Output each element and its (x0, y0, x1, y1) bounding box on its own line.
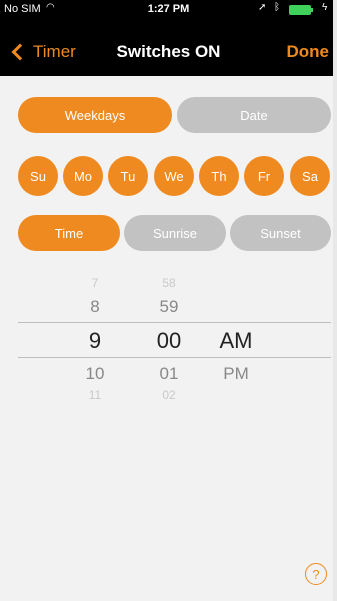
minute-option[interactable]: 59 (144, 297, 194, 317)
minute-option[interactable]: 58 (144, 276, 194, 290)
day-label: We (164, 168, 184, 184)
segment-date[interactable]: Date (177, 97, 331, 133)
day-label: Fr (257, 168, 271, 184)
day-tuesday[interactable]: Tu (108, 156, 148, 196)
time-picker[interactable]: 7 8 9 10 11 58 59 00 01 02 AM PM (0, 270, 333, 410)
hour-option[interactable]: 7 (70, 276, 120, 290)
day-label: Su (30, 168, 46, 184)
hour-selected[interactable]: 9 (70, 328, 120, 354)
day-label: Tu (120, 168, 136, 184)
segment-label: Sunset (260, 225, 301, 241)
status-bar: No SIM ◠ 1:27 PM ➚ ᛒ ϟ (0, 0, 333, 20)
help-button[interactable]: ? (305, 563, 327, 585)
segment-label: Weekdays (64, 107, 126, 123)
minute-option[interactable]: 02 (144, 388, 194, 402)
segment-label: Sunrise (152, 225, 198, 241)
segment-label: Time (54, 225, 84, 241)
day-label: Sa (302, 168, 318, 184)
day-label: Mo (73, 168, 93, 184)
question-circle-icon: ? (312, 566, 320, 582)
bluetooth-icon: ᛒ (274, 2, 280, 13)
minute-selected[interactable]: 00 (144, 328, 194, 354)
hour-option[interactable]: 10 (70, 364, 120, 384)
day-wednesday[interactable]: We (154, 156, 194, 196)
day-sunday[interactable]: Su (18, 156, 58, 196)
day-friday[interactable]: Fr (244, 156, 284, 196)
segment-label: Date (240, 107, 268, 123)
day-thursday[interactable]: Th (199, 156, 239, 196)
day-saturday[interactable]: Sa (290, 156, 330, 196)
picker-selection-top-line (18, 322, 331, 323)
done-button[interactable]: Done (287, 42, 330, 62)
status-time: 1:27 PM (147, 3, 190, 15)
navigation-bar: Timer Switches ON Done (0, 20, 333, 76)
battery-icon (289, 5, 311, 15)
hour-option[interactable]: 8 (70, 297, 120, 317)
period-selected[interactable]: AM (208, 328, 264, 354)
app-screen: No SIM ◠ 1:27 PM ➚ ᛒ ϟ Timer Switches ON… (0, 0, 337, 601)
period-option[interactable]: PM (208, 364, 264, 384)
segment-time[interactable]: Time (18, 215, 120, 251)
location-arrow-icon: ➚ (258, 2, 267, 13)
segment-sunrise[interactable]: Sunrise (124, 215, 226, 251)
segment-sunset[interactable]: Sunset (230, 215, 331, 251)
day-label: Th (211, 168, 227, 184)
picker-selection-bottom-line (18, 357, 331, 358)
segment-weekdays[interactable]: Weekdays (18, 97, 172, 133)
hour-option[interactable]: 11 (70, 388, 120, 402)
battery-tip (311, 8, 313, 12)
minute-option[interactable]: 01 (144, 364, 194, 384)
day-monday[interactable]: Mo (63, 156, 103, 196)
charging-bolt-icon: ϟ (322, 2, 328, 13)
